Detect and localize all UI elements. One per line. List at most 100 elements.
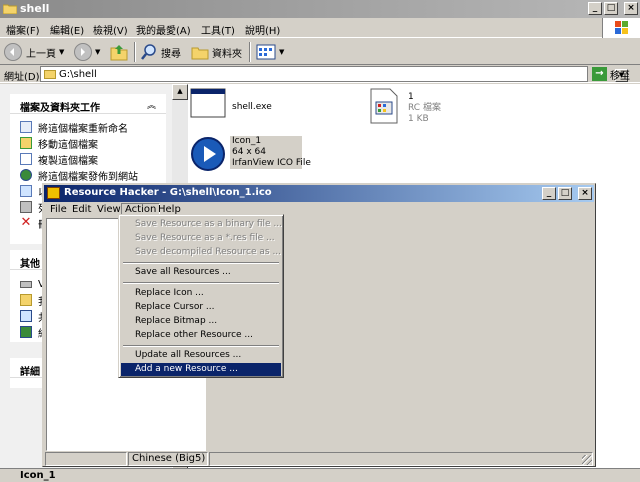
minimize-button[interactable]: _ (588, 2, 602, 15)
file-tasks-header[interactable]: 檔案及資料夾工作 ︽ (10, 94, 166, 114)
rh-close-button[interactable]: × (578, 187, 592, 200)
explorer-title-bar[interactable]: shell _ □ × (0, 0, 640, 18)
address-input[interactable]: G:\shell ▼ (40, 66, 628, 82)
globe-icon (20, 169, 32, 181)
go-arrow-icon: → (592, 67, 607, 81)
chevron-up-icon[interactable]: ︽ (147, 98, 156, 111)
search-button[interactable]: 搜尋 (140, 41, 181, 63)
back-button[interactable]: 上一頁 ▼ (4, 41, 64, 63)
chevron-down-icon: ▼ (279, 48, 285, 56)
copy-icon (20, 153, 32, 165)
scroll-up-button[interactable]: ▲ (172, 84, 188, 100)
task-label: 移動這個檔案 (38, 139, 98, 151)
file-item-rc[interactable]: 1 RC 檔案 1 KB (370, 88, 441, 128)
file-name: 1 (408, 92, 414, 102)
task-label: 將這個檔案發佈到網站 (38, 171, 138, 183)
menu-item-save-res: Save Resource as a *.res file ... (135, 233, 275, 243)
menu-item-replace-bitmap[interactable]: Replace Bitmap ... (121, 315, 281, 328)
menu-item-save-decompiled: Save decompiled Resource as ... (135, 247, 282, 257)
menu-item-replace-cursor[interactable]: Replace Cursor ... (121, 301, 281, 314)
go-label: 移至 (610, 70, 630, 82)
file-name: shell.exe (232, 102, 272, 112)
menu-favorites[interactable]: 我的最愛(A) (136, 22, 191, 37)
exe-window-icon (190, 88, 226, 118)
chevron-down-icon: ▼ (95, 48, 101, 56)
menu-item-save-all[interactable]: Save all Resources ... (121, 266, 281, 279)
status-cell-1 (45, 452, 127, 466)
folder-icon (44, 70, 56, 79)
go-button[interactable]: → 移至 (592, 66, 630, 82)
action-menu: Save Resource as a binary file ... Save … (118, 214, 284, 378)
delete-icon: ✕ (20, 215, 32, 230)
rh-maximize-button[interactable]: □ (558, 187, 572, 200)
task-move[interactable]: 移動這個檔案 (20, 135, 98, 151)
address-label: 網址(D) (4, 72, 40, 83)
task-label: 將這個檔案重新命名 (38, 123, 128, 135)
rh-status-bar: Chinese (Big5) (44, 452, 594, 466)
explorer-menu-bar: 檔案(F) 編輯(E) 檢視(V) 我的最愛(A) 工具(T) 說明(H) (0, 18, 640, 38)
rc-file-icon (370, 88, 398, 124)
file-name: Icon_1 (232, 136, 262, 146)
menu-item-update-all[interactable]: Update all Resources ... (121, 349, 281, 362)
chevron-down-icon: ▼ (59, 48, 65, 56)
views-button[interactable]: ▼ (256, 41, 284, 63)
menu-tools[interactable]: 工具(T) (201, 22, 235, 37)
up-folder-button[interactable] (110, 41, 128, 63)
address-path: G:\shell (59, 69, 97, 80)
menu-item-add-new[interactable]: Add a new Resource ... (121, 363, 281, 376)
file-item-shell-exe[interactable]: shell.exe (190, 88, 272, 122)
menu-help[interactable]: 說明(H) (245, 22, 280, 37)
back-arrow-icon (4, 43, 22, 61)
file-size: 1 KB (408, 114, 429, 124)
file-type: RC 檔案 (408, 103, 441, 113)
menu-file[interactable]: 檔案(F) (6, 22, 40, 37)
menu-item-save-binary: Save Resource as a binary file ... (135, 219, 282, 229)
folders-icon (191, 47, 209, 60)
file-dims: 64 x 64 (232, 147, 266, 157)
rh-minimize-button[interactable]: _ (542, 187, 556, 200)
move-icon (20, 137, 32, 149)
maximize-button[interactable]: □ (604, 2, 618, 15)
forward-button[interactable]: ▼ (74, 41, 100, 63)
email-icon (20, 185, 32, 197)
back-label: 上一頁 (26, 48, 56, 60)
menu-item-replace-other[interactable]: Replace other Resource ... (121, 329, 281, 342)
details-title: 詳細 (20, 367, 40, 378)
window-title: shell (20, 2, 50, 15)
up-folder-icon (110, 45, 128, 61)
menu-view[interactable]: 檢視(V) (93, 22, 128, 37)
status-cell-3 (209, 452, 593, 466)
resource-hacker-icon (47, 187, 60, 199)
windows-flag-icon (615, 21, 628, 34)
printer-icon (20, 201, 32, 213)
folder-icon (3, 4, 17, 14)
task-rename[interactable]: 將這個檔案重新命名 (20, 119, 128, 135)
task-copy[interactable]: 複製這個檔案 (20, 151, 98, 167)
menu-item-replace-icon[interactable]: Replace Icon ... (121, 287, 281, 300)
close-button[interactable]: × (624, 2, 638, 15)
rh-menu-file[interactable]: File (47, 204, 70, 215)
menu-edit[interactable]: 編輯(E) (50, 22, 84, 37)
play-icon (191, 137, 225, 171)
computer-icon (20, 310, 32, 322)
resize-grip[interactable] (582, 455, 592, 465)
rename-icon (20, 121, 32, 133)
drive-icon (20, 280, 32, 288)
explorer-toolbar: 上一頁 ▼ ▼ 搜尋 資料夾 ▼ (0, 39, 640, 65)
explorer-status-bar: Icon_1 (0, 468, 640, 482)
rh-title-bar[interactable]: Resource Hacker - G:\shell\Icon_1.ico _ … (44, 185, 594, 202)
search-icon (141, 44, 156, 60)
other-places-title: 其他 (20, 259, 40, 270)
address-bar: 網址(D) G:\shell ▼ → 移至 (0, 65, 640, 83)
status-language: Chinese (Big5) (128, 452, 208, 466)
file-item-icon-1[interactable]: Icon_1 64 x 64 IrfanView ICO File (190, 136, 311, 176)
network-icon (20, 326, 32, 338)
folders-label: 資料夾 (212, 48, 242, 60)
folders-button[interactable]: 資料夾 (191, 41, 242, 63)
task-publish[interactable]: 將這個檔案發佈到網站 (20, 167, 138, 183)
rh-menu-edit[interactable]: Edit (69, 204, 94, 215)
windows-logo (602, 18, 640, 38)
forward-arrow-icon (74, 43, 92, 61)
views-icon (256, 44, 276, 60)
file-type: IrfanView ICO File (232, 158, 311, 168)
